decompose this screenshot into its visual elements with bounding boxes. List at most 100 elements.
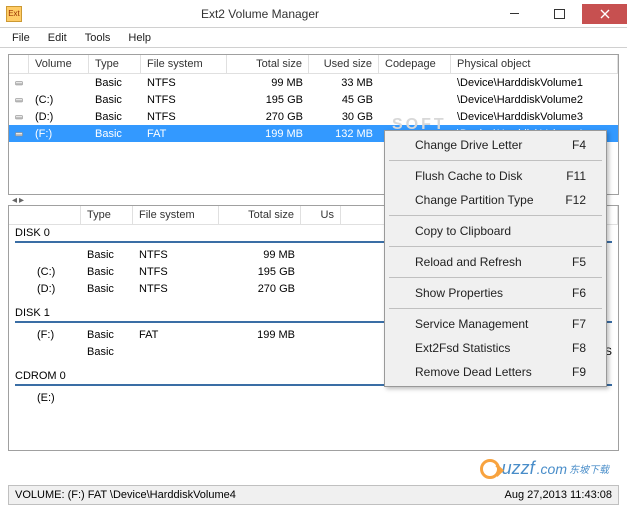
cell-us xyxy=(301,395,341,401)
cell-used: 45 GB xyxy=(309,91,379,109)
cell-fs xyxy=(133,395,219,401)
cell-fs xyxy=(133,349,219,355)
cell-type: Basic xyxy=(89,91,141,109)
cell-codepage xyxy=(379,80,451,86)
cell-fs: NTFS xyxy=(133,263,219,281)
menu-item-label: Change Partition Type xyxy=(415,193,534,207)
col-physobj[interactable]: Physical object xyxy=(451,55,618,73)
cell-total: 270 GB xyxy=(227,108,309,126)
cell-used: 33 MB xyxy=(309,74,379,92)
status-left: VOLUME: (F:) FAT \Device\HarddiskVolume4 xyxy=(15,489,236,501)
window-title: Ext2 Volume Manager xyxy=(28,7,492,21)
minimize-button[interactable] xyxy=(492,4,537,24)
col-filesystem[interactable]: File system xyxy=(141,55,227,73)
menu-item-label: Flush Cache to Disk xyxy=(415,169,522,183)
volume-row[interactable]: (D:)BasicNTFS270 GB30 GB\Device\Harddisk… xyxy=(9,108,618,125)
col-type2[interactable]: Type xyxy=(81,206,133,224)
site-watermark: uzzf.com 东坡下载 xyxy=(480,458,609,479)
cell-us xyxy=(301,252,341,258)
cell-us xyxy=(301,332,341,338)
cell-fs: NTFS xyxy=(133,280,219,298)
cell-type: Basic xyxy=(81,263,133,281)
cell-phys: \Device\HarddiskVolume1 xyxy=(451,74,618,92)
context-menu-item[interactable]: Ext2Fsd Statistics F8 xyxy=(387,336,604,360)
col-blank[interactable] xyxy=(9,206,81,224)
col-codepage[interactable]: Codepage xyxy=(379,55,451,73)
cell-type: Basic xyxy=(81,246,133,264)
col-totalsize[interactable]: Total size xyxy=(227,55,309,73)
menu-separator xyxy=(389,246,602,247)
col-totalsize2[interactable]: Total size xyxy=(219,206,301,224)
cell-drive: (E:) xyxy=(9,389,81,407)
logo-icon xyxy=(480,459,500,479)
menu-item-label: Change Drive Letter xyxy=(415,138,522,152)
menu-item-accel: F11 xyxy=(566,169,586,183)
context-menu-item[interactable]: Remove Dead LettersF9 xyxy=(387,360,604,384)
watermark-suffix: .com xyxy=(537,461,567,477)
col-type[interactable]: Type xyxy=(89,55,141,73)
context-menu-item[interactable]: Flush Cache to Disk F11 xyxy=(387,164,604,188)
col-us2[interactable]: Us xyxy=(301,206,341,224)
menu-edit[interactable]: Edit xyxy=(40,30,75,46)
cell-fs: NTFS xyxy=(141,108,227,126)
drive-icon xyxy=(9,92,29,108)
partition-row[interactable]: (E:) xyxy=(9,389,618,406)
cell-total: 199 MB xyxy=(219,326,301,344)
cell-volume: (C:) xyxy=(29,91,89,109)
cell-total xyxy=(219,395,301,401)
menu-item-accel: F8 xyxy=(572,341,586,355)
col-volume[interactable]: Volume xyxy=(29,55,89,73)
drive-icon xyxy=(9,126,29,142)
cell-fs: NTFS xyxy=(141,91,227,109)
cell-type: Basic xyxy=(89,125,141,143)
close-button[interactable] xyxy=(582,4,627,24)
col-usedsize[interactable]: Used size xyxy=(309,55,379,73)
cell-us xyxy=(301,349,341,355)
cell-used: 30 GB xyxy=(309,108,379,126)
menu-help[interactable]: Help xyxy=(120,30,159,46)
cell-type: Basic xyxy=(89,108,141,126)
menu-tools[interactable]: Tools xyxy=(77,30,119,46)
cell-drive: (F:) xyxy=(9,326,81,344)
context-menu-item[interactable]: Change Drive Letter F4 xyxy=(387,133,604,157)
context-menu-item[interactable]: Service ManagementF7 xyxy=(387,312,604,336)
maximize-button[interactable] xyxy=(537,4,582,24)
statusbar: VOLUME: (F:) FAT \Device\HarddiskVolume4… xyxy=(8,485,619,505)
cell-phys: \Device\HarddiskVolume2 xyxy=(451,91,618,109)
menu-item-label: Reload and Refresh xyxy=(415,255,522,269)
volume-row[interactable]: (C:)BasicNTFS195 GB45 GB \Device\Harddisk… xyxy=(9,91,618,108)
menu-item-accel: F6 xyxy=(572,286,586,300)
menu-item-label: Copy to Clipboard xyxy=(415,224,511,238)
cell-total: 99 MB xyxy=(219,246,301,264)
cell-drive: (D:) xyxy=(9,280,81,298)
context-menu-item[interactable]: Copy to Clipboard xyxy=(387,219,604,243)
volume-list-header: Volume Type File system Total size Used … xyxy=(9,55,618,74)
menu-item-accel: F12 xyxy=(565,193,586,207)
menu-file[interactable]: File xyxy=(4,30,38,46)
cell-phys: \Device\HarddiskVolume3 xyxy=(451,108,618,126)
cell-type: Basic xyxy=(81,280,133,298)
cell-total: 195 GB xyxy=(227,91,309,109)
watermark-cn: 东坡下载 xyxy=(569,461,609,476)
drive-icon xyxy=(9,109,29,125)
menu-item-label: Ext2Fsd Statistics xyxy=(415,341,510,355)
volume-row[interactable]: BasicNTFS99 MB33 MB\Device\HarddiskVolum… xyxy=(9,74,618,91)
status-right: Aug 27,2013 11:43:08 xyxy=(505,489,612,501)
cell-type xyxy=(81,395,133,401)
menu-item-accel: F5 xyxy=(572,255,586,269)
cell-total xyxy=(219,349,301,355)
cell-codepage xyxy=(379,114,451,120)
context-menu-item[interactable]: Reload and Refresh F5 xyxy=(387,250,604,274)
cell-total: 99 MB xyxy=(227,74,309,92)
context-menu-item[interactable]: Show Properties F6 xyxy=(387,281,604,305)
menu-separator xyxy=(389,277,602,278)
menu-item-accel: F4 xyxy=(572,138,586,152)
context-menu-item[interactable]: Change Partition Type F12 xyxy=(387,188,604,212)
cell-drive xyxy=(9,252,81,258)
cell-rest xyxy=(341,395,618,401)
col-filesystem2[interactable]: File system xyxy=(133,206,219,224)
menu-item-label: Show Properties xyxy=(415,286,503,300)
cell-us xyxy=(301,269,341,275)
cell-drive: (C:) xyxy=(9,263,81,281)
cell-volume xyxy=(29,80,89,86)
